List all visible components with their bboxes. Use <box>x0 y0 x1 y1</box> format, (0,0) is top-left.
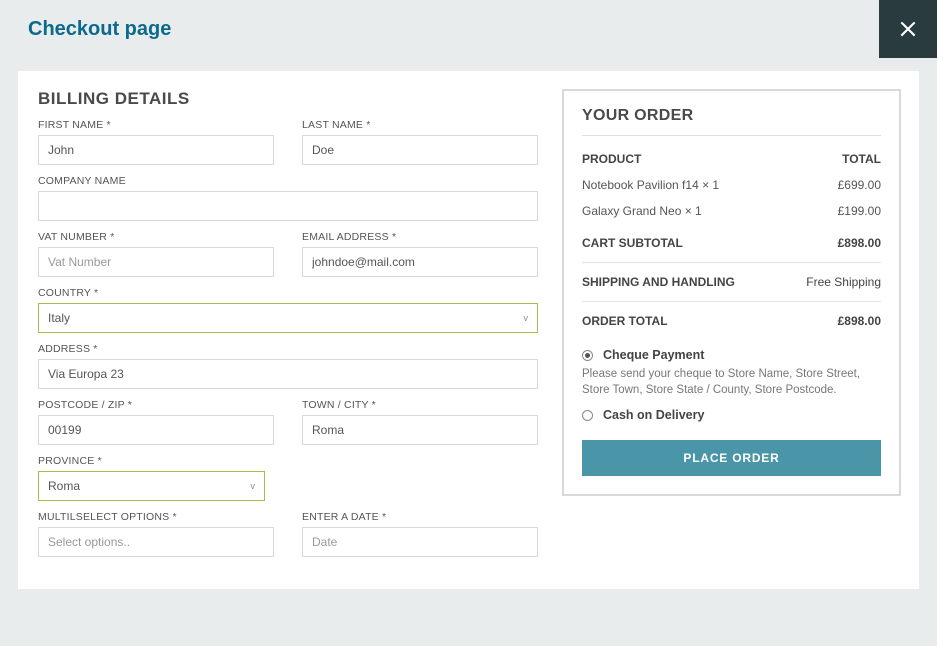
vat-label: VAT NUMBER * <box>38 231 274 243</box>
email-input[interactable] <box>302 247 538 277</box>
order-item-name: Galaxy Grand Neo × 1 <box>582 204 702 218</box>
vat-field: VAT NUMBER * <box>38 231 274 277</box>
radio-checked-icon <box>582 350 593 361</box>
multiselect-field: MULTILSELECT OPTIONS * <box>38 511 274 557</box>
province-select[interactable]: Roma v <box>38 471 265 501</box>
divider <box>582 301 881 302</box>
company-label: COMPANY NAME <box>38 175 538 187</box>
billing-section: BILLING DETAILS FIRST NAME * LAST NAME *… <box>38 89 538 567</box>
order-head-product: PRODUCT <box>582 152 641 166</box>
page-title: Checkout page <box>28 18 909 41</box>
postcode-label: POSTCODE / ZIP * <box>38 399 274 411</box>
subtotal-label: CART SUBTOTAL <box>582 236 683 250</box>
last-name-label: LAST NAME * <box>302 119 538 131</box>
payment-cod-label: Cash on Delivery <box>603 408 704 422</box>
first-name-label: FIRST NAME * <box>38 119 274 131</box>
order-total-row: ORDER TOTAL £898.00 <box>582 308 881 334</box>
date-input[interactable] <box>302 527 538 557</box>
email-label: EMAIL ADDRESS * <box>302 231 538 243</box>
place-order-button[interactable]: PLACE ORDER <box>582 440 881 476</box>
province-field: PROVINCE * Roma v <box>38 455 274 501</box>
multiselect-label: MULTILSELECT OPTIONS * <box>38 511 274 523</box>
payment-cheque-option[interactable]: Cheque Payment <box>582 348 881 362</box>
order-item-price: £199.00 <box>838 204 881 218</box>
total-label: ORDER TOTAL <box>582 314 668 328</box>
order-item-name: Notebook Pavilion f14 × 1 <box>582 178 719 192</box>
radio-unchecked-icon <box>582 410 593 421</box>
company-field: COMPANY NAME <box>38 175 538 221</box>
spacer <box>302 455 538 501</box>
city-label: TOWN / CITY * <box>302 399 538 411</box>
shipping-label: SHIPPING AND HANDLING <box>582 275 735 289</box>
order-head-total: TOTAL <box>842 152 881 166</box>
close-button[interactable] <box>879 0 937 58</box>
date-field: ENTER A DATE * <box>302 511 538 557</box>
checkout-card: BILLING DETAILS FIRST NAME * LAST NAME *… <box>18 71 919 589</box>
last-name-input[interactable] <box>302 135 538 165</box>
order-title: YOUR ORDER <box>582 107 881 136</box>
payment-cheque-label: Cheque Payment <box>603 348 704 362</box>
order-item-row: Notebook Pavilion f14 × 1 £699.00 <box>582 172 881 198</box>
chevron-down-icon: v <box>524 313 529 323</box>
vat-input[interactable] <box>38 247 274 277</box>
order-item-price: £699.00 <box>838 178 881 192</box>
close-icon <box>898 19 918 39</box>
order-subtotal-row: CART SUBTOTAL £898.00 <box>582 230 881 256</box>
address-input[interactable] <box>38 359 538 389</box>
country-field: COUNTRY * Italy v <box>38 287 538 333</box>
payment-section: Cheque Payment Please send your cheque t… <box>582 348 881 476</box>
country-label: COUNTRY * <box>38 287 538 299</box>
payment-cod-option[interactable]: Cash on Delivery <box>582 408 881 422</box>
last-name-field: LAST NAME * <box>302 119 538 165</box>
order-item-row: Galaxy Grand Neo × 1 £199.00 <box>582 198 881 224</box>
city-input[interactable] <box>302 415 538 445</box>
province-value: Roma <box>48 479 80 493</box>
email-field: EMAIL ADDRESS * <box>302 231 538 277</box>
total-value: £898.00 <box>838 314 881 328</box>
city-field: TOWN / CITY * <box>302 399 538 445</box>
date-label: ENTER A DATE * <box>302 511 538 523</box>
country-value: Italy <box>48 311 70 325</box>
address-label: ADDRESS * <box>38 343 538 355</box>
country-select[interactable]: Italy v <box>38 303 538 333</box>
multiselect-input[interactable] <box>38 527 274 557</box>
divider <box>582 262 881 263</box>
address-field: ADDRESS * <box>38 343 538 389</box>
postcode-input[interactable] <box>38 415 274 445</box>
first-name-input[interactable] <box>38 135 274 165</box>
order-summary: YOUR ORDER PRODUCT TOTAL Notebook Pavili… <box>562 89 901 496</box>
payment-cheque-desc: Please send your cheque to Store Name, S… <box>582 366 881 398</box>
shipping-value: Free Shipping <box>806 275 881 289</box>
postcode-field: POSTCODE / ZIP * <box>38 399 274 445</box>
order-header-row: PRODUCT TOTAL <box>582 146 881 172</box>
chevron-down-icon: v <box>251 481 256 491</box>
billing-title: BILLING DETAILS <box>38 89 538 109</box>
subtotal-value: £898.00 <box>838 236 881 250</box>
province-label: PROVINCE * <box>38 455 274 467</box>
order-shipping-row: SHIPPING AND HANDLING Free Shipping <box>582 269 881 295</box>
first-name-field: FIRST NAME * <box>38 119 274 165</box>
company-input[interactable] <box>38 191 538 221</box>
